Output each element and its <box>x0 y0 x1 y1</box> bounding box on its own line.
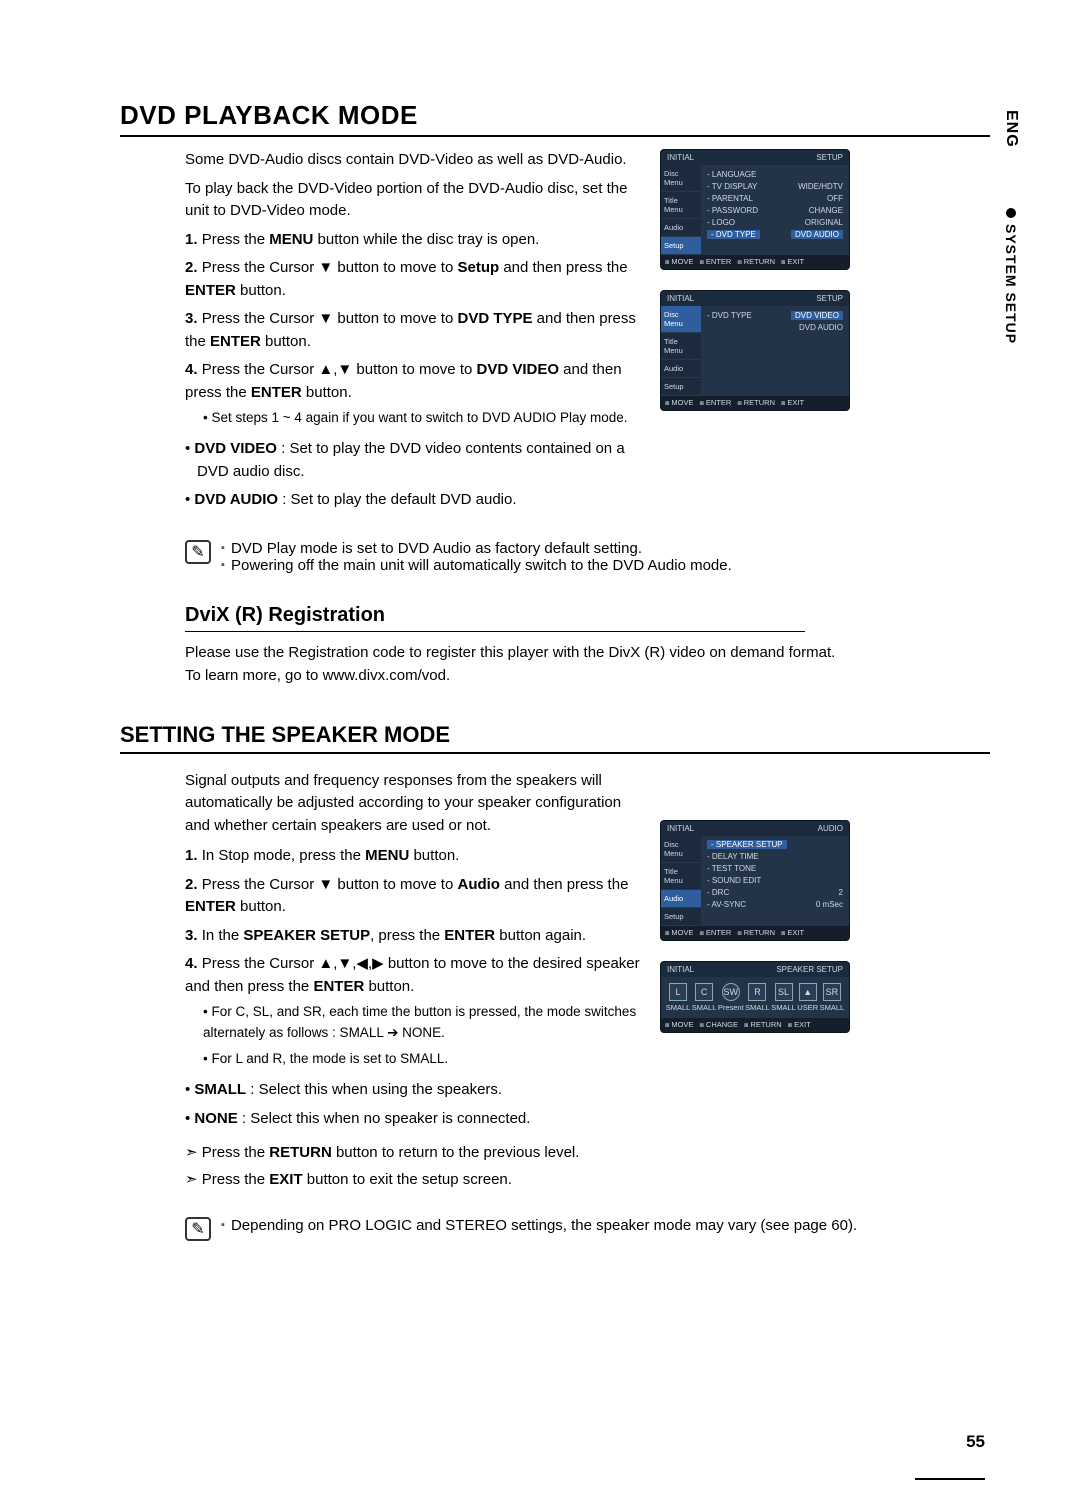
heading-divx: DviX (R) Registration <box>185 604 805 632</box>
osd-audio-screenshot: INITIALAUDIO Disc Menu Title Menu Audio … <box>660 820 850 941</box>
page-number: 55 <box>966 1432 985 1452</box>
note-icon: ✎ <box>185 1217 211 1241</box>
footer-rule <box>915 1478 985 1480</box>
paragraph: Signal outputs and frequency responses f… <box>120 770 640 838</box>
definition: SMALL : Select this when using the speak… <box>185 1079 640 1102</box>
substep: Set steps 1 ~ 4 again if you want to swi… <box>203 408 640 428</box>
step: 4. Press the Cursor ▲,▼,◀,▶ button to mo… <box>185 953 640 1069</box>
step: 1. Press the MENU button while the disc … <box>185 229 640 252</box>
paragraph: To learn more, go to www.divx.com/vod. <box>120 667 990 684</box>
step: 1. In Stop mode, press the MENU button. <box>185 845 640 868</box>
heading-speaker-mode: SETTING THE SPEAKER MODE <box>120 722 990 754</box>
step: 2. Press the Cursor ▼ button to move to … <box>185 257 640 302</box>
paragraph: Please use the Registration code to regi… <box>120 644 990 661</box>
paragraph: Some DVD-Audio discs contain DVD-Video a… <box>120 149 640 172</box>
definition: DVD VIDEO : Set to play the DVD video co… <box>185 438 640 483</box>
paragraph: To play back the DVD-Video portion of th… <box>120 178 640 223</box>
definition: DVD AUDIO : Set to play the default DVD … <box>185 489 640 512</box>
step: 3. Press the Cursor ▼ button to move to … <box>185 308 640 353</box>
heading-dvd-playback: DVD PLAYBACK MODE <box>120 100 990 137</box>
substep: For L and R, the mode is set to SMALL. <box>203 1049 640 1069</box>
step: 2. Press the Cursor ▼ button to move to … <box>185 874 640 919</box>
hint: Press the EXIT button to exit the setup … <box>185 1169 640 1192</box>
osd-dvdtype-screenshot: INITIALSETUP Disc Menu Title Menu Audio … <box>660 290 850 411</box>
note: Depending on PRO LOGIC and STEREO settin… <box>221 1217 857 1234</box>
step: 3. In the SPEAKER SETUP, press the ENTER… <box>185 925 640 948</box>
note: Powering off the main unit will automati… <box>221 557 732 574</box>
osd-speaker-screenshot: INITIALSPEAKER SETUP LSMALL CSMALL SWPre… <box>660 961 850 1033</box>
hint: Press the RETURN button to return to the… <box>185 1142 640 1165</box>
definition: NONE : Select this when no speaker is co… <box>185 1108 640 1131</box>
step: 4. Press the Cursor ▲,▼ button to move t… <box>185 359 640 428</box>
osd-setup-screenshot: INITIALSETUP Disc Menu Title Menu Audio … <box>660 149 850 270</box>
note-icon: ✎ <box>185 540 211 564</box>
note: DVD Play mode is set to DVD Audio as fac… <box>221 540 732 557</box>
substep: For C, SL, and SR, each time the button … <box>203 1002 640 1043</box>
